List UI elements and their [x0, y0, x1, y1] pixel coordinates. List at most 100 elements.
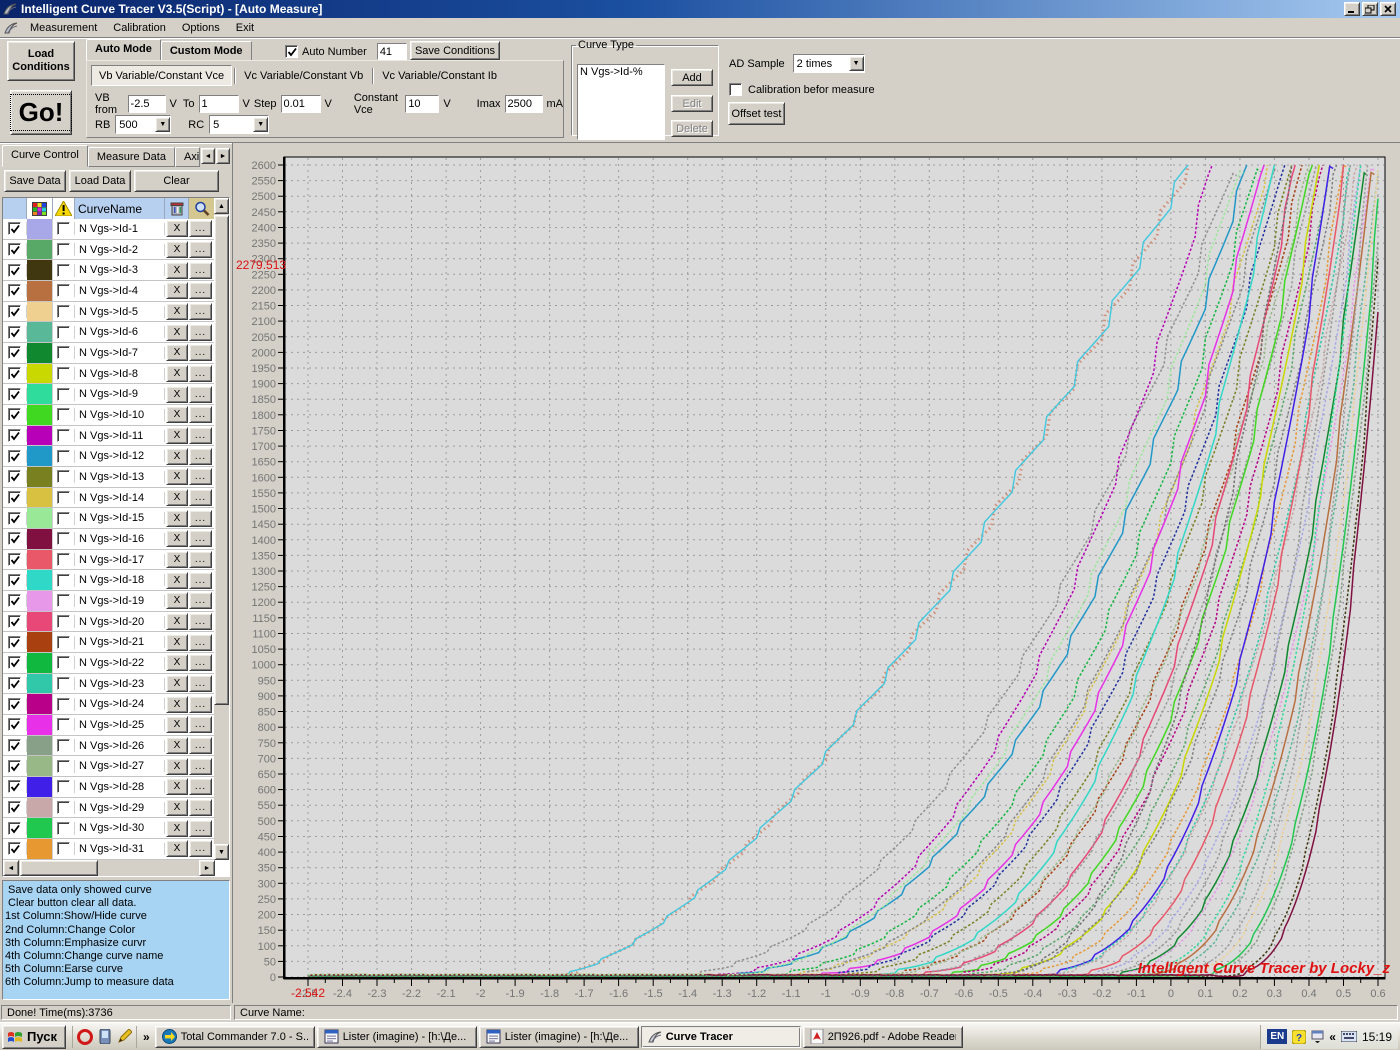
jump-measure-button[interactable]: ... — [189, 468, 212, 485]
curve-name[interactable]: N Vgs->Id-20 — [75, 616, 165, 628]
show-hide-checkbox[interactable] — [3, 491, 27, 504]
show-hide-checkbox[interactable] — [3, 553, 27, 566]
restore-button[interactable] — [1362, 2, 1378, 16]
save-data-button[interactable]: Save Data — [4, 170, 66, 192]
language-indicator[interactable]: EN — [1267, 1029, 1287, 1044]
menu-options[interactable]: Options — [174, 19, 228, 37]
rc-select[interactable]: 5▼ — [209, 115, 269, 134]
jump-measure-button[interactable]: ... — [189, 303, 212, 320]
curve-name[interactable]: N Vgs->Id-14 — [75, 492, 165, 504]
menu-measurement[interactable]: Measurement — [22, 19, 105, 37]
curve-name[interactable]: N Vgs->Id-15 — [75, 512, 165, 524]
show-hide-checkbox[interactable] — [3, 698, 27, 711]
tab-custom-mode[interactable]: Custom Mode — [161, 41, 252, 61]
erase-curve-button[interactable]: X — [166, 282, 188, 299]
erase-curve-button[interactable]: X — [166, 427, 188, 444]
erase-curve-button[interactable]: X — [166, 386, 188, 403]
color-swatch[interactable] — [27, 550, 53, 570]
jump-measure-button[interactable]: ... — [189, 758, 212, 775]
emphasize-checkbox[interactable] — [53, 222, 75, 235]
chevron-down-icon[interactable]: ▼ — [155, 117, 170, 132]
color-swatch[interactable] — [27, 653, 53, 673]
header-emphasize-column[interactable] — [53, 198, 75, 219]
emphasize-checkbox[interactable] — [53, 801, 75, 814]
curve-name[interactable]: N Vgs->Id-31 — [75, 843, 165, 855]
erase-curve-button[interactable]: X — [166, 613, 188, 630]
jump-measure-button[interactable]: ... — [189, 510, 212, 527]
help-icon[interactable]: ? — [1292, 1030, 1306, 1044]
show-hide-checkbox[interactable] — [3, 243, 27, 256]
emphasize-checkbox[interactable] — [53, 739, 75, 752]
show-hide-checkbox[interactable] — [3, 346, 27, 359]
emphasize-checkbox[interactable] — [53, 718, 75, 731]
show-hide-checkbox[interactable] — [3, 388, 27, 401]
erase-curve-button[interactable]: X — [166, 448, 188, 465]
show-hide-checkbox[interactable] — [3, 367, 27, 380]
color-swatch[interactable] — [27, 529, 53, 549]
curve-name[interactable]: N Vgs->Id-7 — [75, 347, 165, 359]
color-swatch[interactable] — [27, 570, 53, 590]
color-swatch[interactable] — [27, 384, 53, 404]
curve-name[interactable]: N Vgs->Id-8 — [75, 368, 165, 380]
color-swatch[interactable] — [27, 591, 53, 611]
color-swatch[interactable] — [27, 302, 53, 322]
erase-curve-button[interactable]: X — [166, 799, 188, 816]
scrollbar-thumb[interactable] — [214, 215, 229, 705]
jump-measure-button[interactable]: ... — [189, 778, 212, 795]
color-swatch[interactable] — [27, 467, 53, 487]
erase-curve-button[interactable]: X — [166, 551, 188, 568]
window-titlebar[interactable]: Intelligent Curve Tracer V3.5(Script) - … — [0, 0, 1400, 18]
show-hide-checkbox[interactable] — [3, 429, 27, 442]
jump-measure-button[interactable]: ... — [189, 551, 212, 568]
scroll-right-icon[interactable]: ► — [199, 860, 215, 876]
tab-curve-control[interactable]: Curve Control — [2, 145, 88, 167]
emphasize-checkbox[interactable] — [53, 243, 75, 256]
color-swatch[interactable] — [27, 405, 53, 425]
emphasize-checkbox[interactable] — [53, 388, 75, 401]
erase-curve-button[interactable]: X — [166, 778, 188, 795]
jump-measure-button[interactable]: ... — [189, 344, 212, 361]
erase-curve-button[interactable]: X — [166, 840, 188, 857]
color-swatch[interactable] — [27, 508, 53, 528]
curve-name[interactable]: N Vgs->Id-25 — [75, 719, 165, 731]
show-hide-checkbox[interactable] — [3, 822, 27, 835]
erase-curve-button[interactable]: X — [166, 716, 188, 733]
emphasize-checkbox[interactable] — [53, 408, 75, 421]
show-hide-checkbox[interactable] — [3, 470, 27, 483]
jump-measure-button[interactable]: ... — [189, 282, 212, 299]
show-hide-checkbox[interactable] — [3, 574, 27, 587]
taskbar-task[interactable]: 2П926.pdf - Adobe Reader — [803, 1026, 963, 1048]
jump-measure-button[interactable]: ... — [189, 572, 212, 589]
opera-icon[interactable] — [77, 1029, 93, 1045]
color-swatch[interactable] — [27, 715, 53, 735]
erase-curve-button[interactable]: X — [166, 737, 188, 754]
jump-measure-button[interactable]: ... — [189, 530, 212, 547]
jump-measure-button[interactable]: ... — [189, 220, 212, 237]
erase-curve-button[interactable]: X — [166, 406, 188, 423]
color-swatch[interactable] — [27, 426, 53, 446]
jump-measure-button[interactable]: ... — [189, 592, 212, 609]
jump-measure-button[interactable]: ... — [189, 840, 212, 857]
document-icon[interactable] — [4, 21, 18, 35]
emphasize-checkbox[interactable] — [53, 636, 75, 649]
curve-name[interactable]: N Vgs->Id-29 — [75, 802, 165, 814]
show-hide-checkbox[interactable] — [3, 677, 27, 690]
color-swatch[interactable] — [27, 818, 53, 838]
show-hide-checkbox[interactable] — [3, 718, 27, 731]
color-swatch[interactable] — [27, 798, 53, 818]
jump-measure-button[interactable]: ... — [189, 324, 212, 341]
emphasize-checkbox[interactable] — [53, 553, 75, 566]
color-swatch[interactable] — [27, 674, 53, 694]
curve-name[interactable]: N Vgs->Id-16 — [75, 533, 165, 545]
color-swatch[interactable] — [27, 612, 53, 632]
curve-name[interactable]: N Vgs->Id-28 — [75, 781, 165, 793]
show-hide-checkbox[interactable] — [3, 760, 27, 773]
curve-name[interactable]: N Vgs->Id-6 — [75, 326, 165, 338]
clear-button[interactable]: Clear — [134, 170, 219, 192]
curve-name[interactable]: N Vgs->Id-2 — [75, 244, 165, 256]
color-swatch[interactable] — [27, 260, 53, 280]
calibration-checkbox[interactable] — [729, 83, 742, 96]
curve-name[interactable]: N Vgs->Id-24 — [75, 698, 165, 710]
emphasize-checkbox[interactable] — [53, 429, 75, 442]
color-swatch[interactable] — [27, 777, 53, 797]
